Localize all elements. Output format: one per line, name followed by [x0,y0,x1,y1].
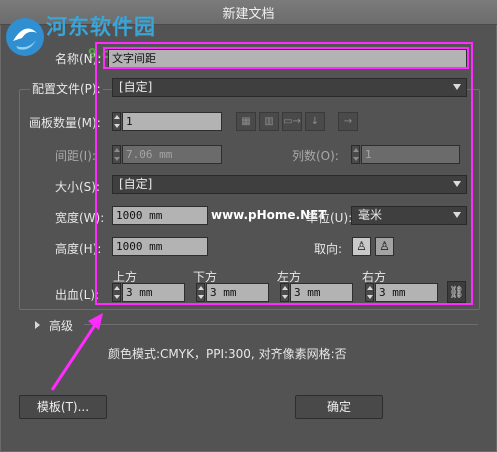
annotation-arrow-icon [50,313,103,391]
